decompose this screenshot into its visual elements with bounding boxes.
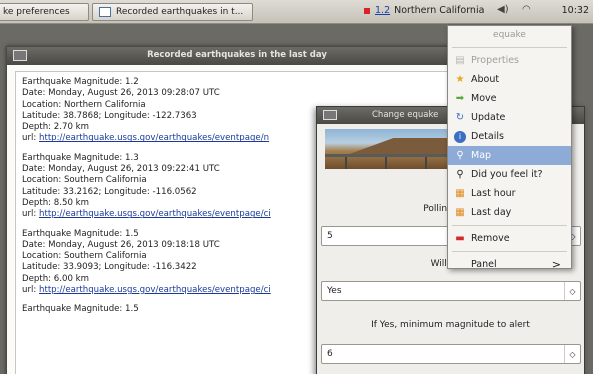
indicator-region: Northern California (394, 5, 485, 16)
window-icon (99, 7, 111, 17)
info-icon: i (454, 130, 466, 143)
menu-item-update[interactable]: ↻ Update (448, 108, 571, 127)
taskbar-item-earthquakes[interactable]: Recorded earthquakes in t... (92, 3, 253, 21)
entry-url-label: url: (22, 285, 37, 296)
refresh-icon: ↻ (455, 112, 465, 123)
menu-item-panel[interactable]: Panel > (448, 255, 571, 274)
title-bar[interactable]: Recorded earthquakes in the last day (7, 47, 467, 65)
menu-item-properties[interactable]: ▤ Properties (448, 51, 571, 70)
alert-icon (364, 7, 370, 14)
volume-icon[interactable]: ◀) (497, 4, 509, 15)
entry-date: Date: Monday, August 26, 2013 09:28:07 U… (22, 88, 220, 99)
clock[interactable]: 10:32 (562, 5, 589, 16)
menu-header: equake (493, 30, 526, 40)
menu-item-move[interactable]: ➡ Move (448, 89, 571, 108)
menu-item-about[interactable]: ★ About (448, 70, 571, 89)
menu-item-label: Map (471, 150, 492, 161)
menu-item-last-hour[interactable]: ▦ Last hour (448, 184, 571, 203)
will-alert-select[interactable]: Yes ◇ (321, 281, 581, 301)
chevron-updown-icon: ◇ (564, 282, 580, 300)
arrow-icon: ➡ (455, 93, 465, 104)
entry-url-label: url: (22, 209, 37, 220)
entry-url-link[interactable]: http://earthquake.usgs.gov/earthquakes/e… (39, 209, 271, 219)
menu-item-details[interactable]: i Details (448, 127, 571, 146)
min-magnitude-value: 6 (327, 349, 333, 359)
chevron-updown-icon: ◇ (564, 345, 580, 363)
menu-item-label: Move (471, 93, 497, 104)
network-icon[interactable]: ◠ (522, 4, 531, 15)
indicator-magnitude: 1.2 (375, 5, 391, 16)
menu-item-label: Last day (471, 207, 512, 218)
indicator-menu: equake ▤ Properties ★ About ➡ Move ↻ Upd… (447, 25, 572, 271)
entry-url-link[interactable]: http://earthquake.usgs.gov/earthquakes/e… (39, 133, 269, 143)
menu-item-last-day[interactable]: ▦ Last day (448, 203, 571, 222)
menu-item-label: Did you feel it? (471, 169, 543, 180)
close-icon[interactable] (323, 110, 337, 120)
menu-item-map[interactable]: ⚲ Map (448, 146, 571, 165)
remove-icon: ▬ (455, 233, 465, 244)
menu-item-label: Update (471, 112, 506, 123)
menu-item-label: Panel (471, 259, 497, 270)
menu-item-label: Details (471, 131, 504, 142)
will-alert-value: Yes (327, 286, 342, 296)
properties-icon: ▤ (455, 55, 465, 66)
earthquake-indicator[interactable]: 1.2 Northern California (364, 5, 484, 16)
min-magnitude-select[interactable]: 6 ◇ (321, 344, 581, 364)
taskbar-item-label: ke preferences (3, 7, 70, 17)
window-title: Recorded earthquakes in the last day (147, 50, 327, 60)
menu-item-remove[interactable]: ▬ Remove (448, 229, 571, 248)
dialog-title: Change equake (372, 110, 439, 120)
taskbar-item-preferences[interactable]: ke preferences (0, 3, 89, 21)
search-icon: ⚲ (456, 150, 464, 161)
calendar-icon: ▦ (455, 207, 465, 218)
polling-time-value: 5 (327, 231, 333, 241)
submenu-arrow-icon: > (551, 258, 561, 271)
search-icon: ⚲ (456, 169, 464, 180)
menu-item-label: Last hour (471, 188, 516, 199)
menu-item-label: Remove (471, 233, 510, 244)
calendar-icon: ▦ (455, 188, 465, 199)
entry-url-label: url: (22, 133, 37, 144)
star-icon: ★ (455, 74, 465, 85)
menu-item-did-you-feel-it[interactable]: ⚲ Did you feel it? (448, 165, 571, 184)
top-panel: ke preferences Recorded earthquakes in t… (0, 0, 593, 24)
menu-item-label: About (471, 74, 500, 85)
taskbar-item-label: Recorded earthquakes in t... (116, 7, 244, 17)
entry-magnitude: Earthquake Magnitude: 1.2 (22, 77, 139, 87)
entry-url-link[interactable]: http://earthquake.usgs.gov/earthquakes/e… (39, 285, 271, 295)
menu-item-label: Properties (471, 55, 520, 66)
min-magnitude-label: If Yes, minimum magnitude to alert (371, 320, 530, 330)
header-image (325, 129, 450, 169)
